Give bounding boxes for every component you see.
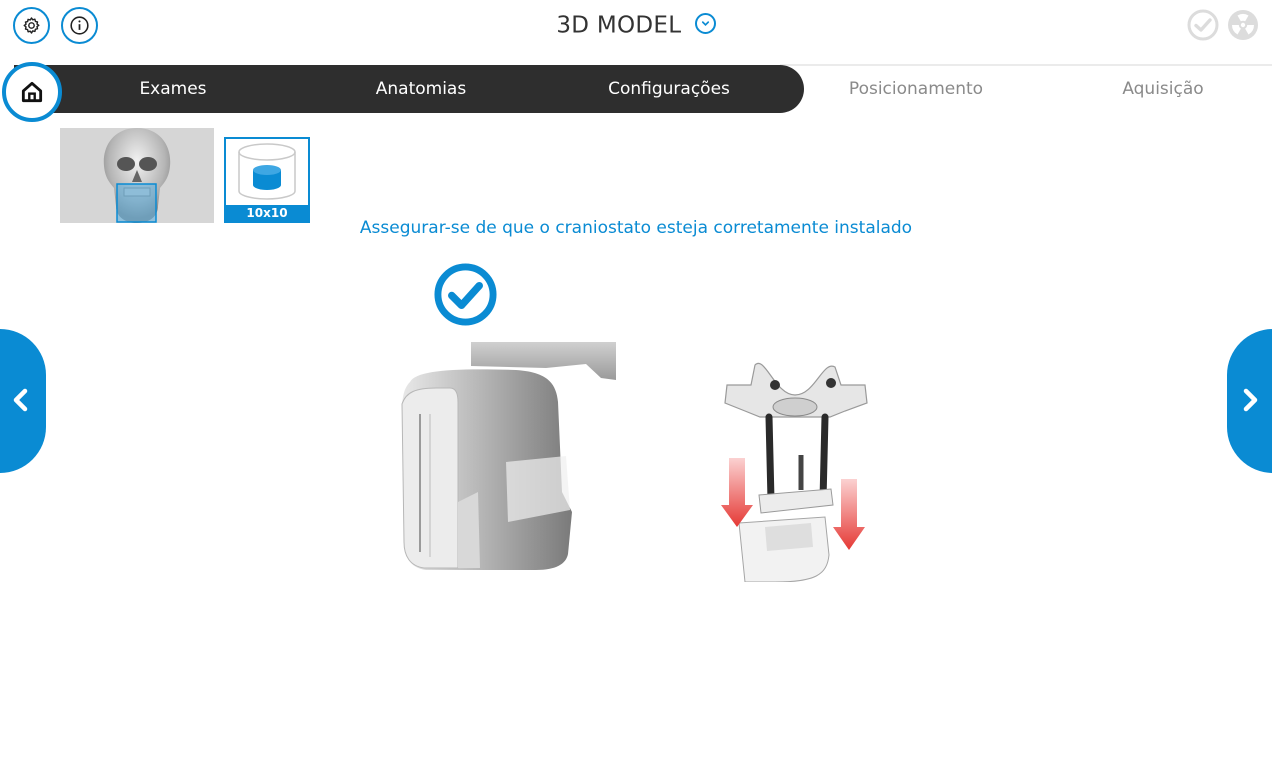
- home-icon: [21, 81, 43, 103]
- previous-step-button[interactable]: [0, 329, 46, 473]
- radiation-icon: [1228, 10, 1258, 40]
- next-step-button[interactable]: [1227, 329, 1272, 473]
- tab-configuracoes[interactable]: Configurações: [546, 65, 792, 113]
- xray-unit-illustration: [401, 342, 616, 570]
- tab-posicionamento[interactable]: Posicionamento: [792, 65, 1040, 113]
- craniostat-illustration: [721, 362, 868, 582]
- tab-aquisicao[interactable]: Aquisição: [1040, 65, 1272, 113]
- cylinder-icon: [238, 143, 296, 200]
- app-title-bar: 3D MODEL: [0, 12, 1272, 39]
- instruction-text: Assegurar-se de que o craniostato esteja…: [359, 218, 913, 238]
- skull-icon: [103, 128, 171, 223]
- check-circle-icon[interactable]: [433, 262, 498, 327]
- home-button[interactable]: [2, 62, 62, 122]
- fov-thumbnail[interactable]: 10x10: [224, 137, 310, 223]
- check-circle-icon: [1187, 9, 1219, 41]
- page-title: 3D MODEL: [556, 12, 682, 39]
- tab-exames[interactable]: Exames: [50, 65, 296, 113]
- chevron-right-icon: [1241, 385, 1261, 419]
- chevron-down-icon: [701, 21, 709, 27]
- anatomy-thumbnail[interactable]: [60, 128, 214, 223]
- chevron-left-icon: [10, 385, 30, 419]
- title-dropdown-button[interactable]: [694, 13, 716, 34]
- tab-anatomias[interactable]: Anatomias: [298, 65, 544, 113]
